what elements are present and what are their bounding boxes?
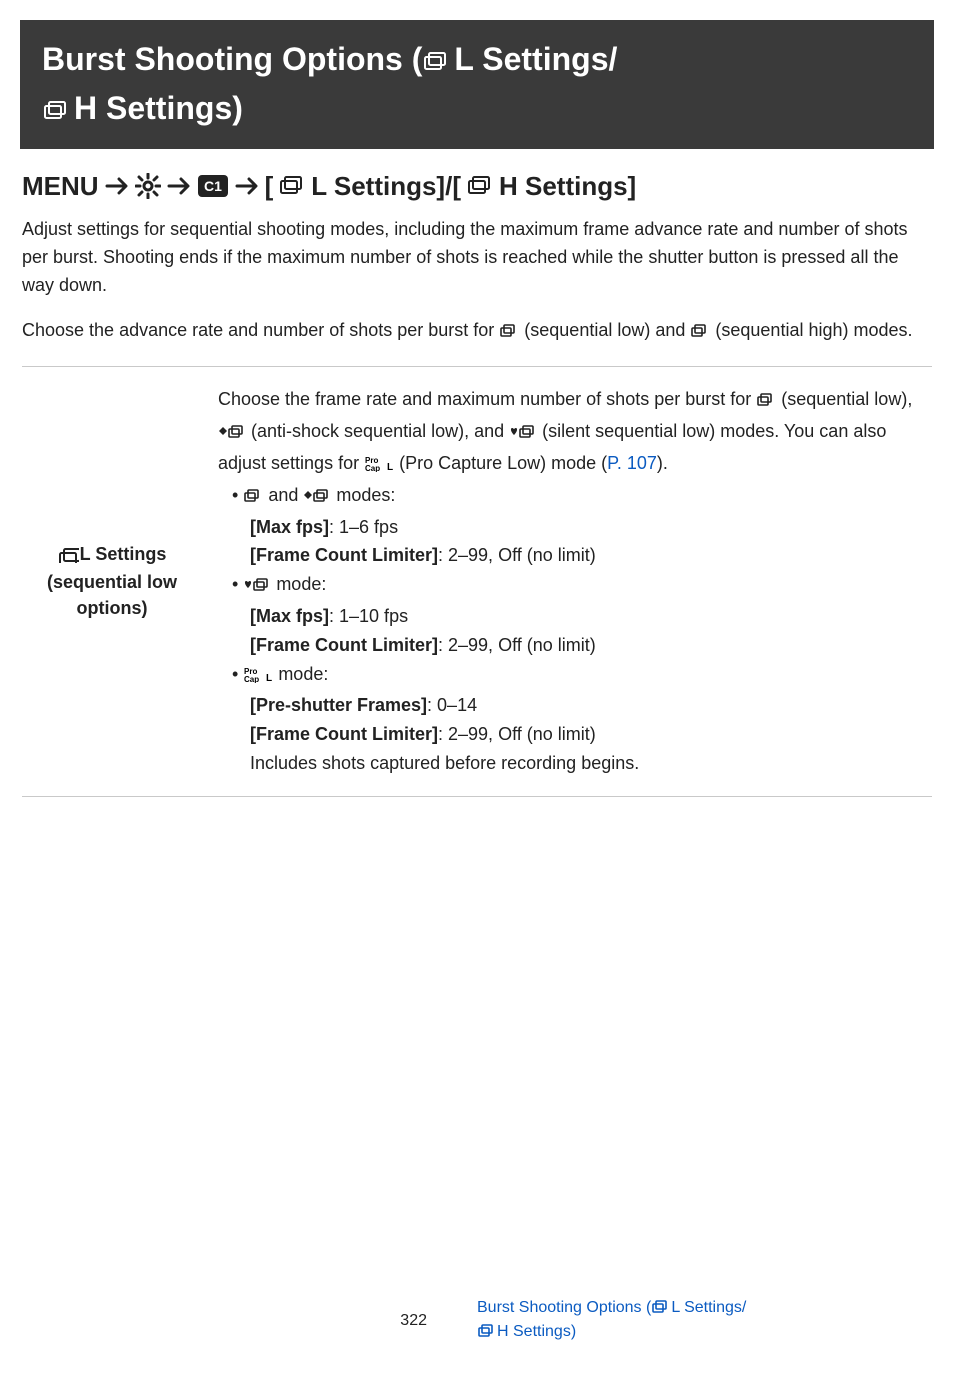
fcl-2: [Frame Count Limiter]: 2–99, Off (no lim… [250,631,916,660]
anti-shock-seq-low-icon: L [304,484,330,513]
c1-icon [197,174,229,198]
intro-paragraph-1: Adjust settings for sequential shooting … [22,216,932,300]
page-title: Burst Shooting Options ( L Settings/ H Se… [42,41,617,126]
arrow-icon [167,175,191,197]
arrow-icon [105,175,129,197]
menu-path: MENU [ L Settings]/[ H Settings] [22,171,932,202]
label-l3: options) [77,598,148,618]
fcl2-val: : 2–99, Off (no limit) [438,635,596,655]
maxfps-2: [Max fps]: 1–10 fps [250,602,916,631]
gear-icon [135,173,161,199]
burst-icon [280,171,304,202]
footer-b: L Settings/ [671,1299,746,1316]
svg-text:L: L [266,673,272,683]
svg-text:Cap: Cap [365,464,380,472]
page-ref-link[interactable]: P. 107 [607,453,657,473]
includes-note: Includes shots captured before recording… [250,749,916,778]
footer-section-link[interactable]: Burst Shooting Options ( L Settings/ H Se… [477,1297,954,1346]
fcl1-label: [Frame Count Limiter] [250,545,438,565]
silent-seq-low-icon: L [510,420,536,449]
fcl3-val: : 2–99, Off (no limit) [438,724,596,744]
b1-a: and [263,485,303,505]
maxfps1-label: [Max fps] [250,517,329,537]
psf: [Pre-shutter Frames]: 0–14 [250,691,916,720]
title-text-L: L Settings/ [454,41,617,77]
seq-low-icon: L [757,388,775,417]
b2: mode: [271,574,326,594]
footer-c: H Settings) [497,1323,576,1340]
burst-icon [478,1323,496,1346]
page-footer: 322 Burst Shooting Options ( L Settings/ … [0,1297,954,1346]
silent-seq-low-icon: L [244,573,270,602]
settings-table: L Settings (sequential low options) Choo… [22,366,932,796]
maxfps2-label: [Max fps] [250,606,329,626]
label-l2: (sequential low [47,572,177,592]
row-content: Choose the frame rate and maximum number… [202,367,932,796]
svg-text:L: L [387,462,393,472]
page-number: 322 [0,1312,477,1330]
bullet-1: • L and L modes: [232,481,916,513]
b3: mode: [273,664,328,684]
p2-c: (sequential high) modes. [710,320,912,340]
p2-b: (sequential low) and [519,320,690,340]
pro-cap-low-icon: ProCapL [365,452,393,481]
subhead-L: L Settings]/[ [311,171,461,202]
maxfps1-val: : 1–6 fps [329,517,398,537]
svg-text:Cap: Cap [244,675,259,683]
burst-icon [424,39,452,85]
r1-intro-f: ). [657,453,668,473]
burst-icon [652,1299,670,1322]
b1-b: modes: [331,485,395,505]
row-label: L Settings (sequential low options) [22,367,202,796]
seq-high-icon: H [691,320,709,348]
fcl-1: [Frame Count Limiter]: 2–99, Off (no lim… [250,541,916,570]
burst-icon [59,545,79,570]
r1-intro-a: Choose the frame rate and maximum number… [218,389,756,409]
seq-low-icon: L [500,320,518,348]
subhead-H: H Settings] [499,171,636,202]
maxfps2-val: : 1–10 fps [329,606,408,626]
maxfps-1: [Max fps]: 1–6 fps [250,513,916,542]
bullet-3: • ProCapL mode: [232,660,916,692]
psf-val: : 0–14 [427,695,477,715]
burst-icon [44,88,72,134]
menu-label: MENU [22,171,99,202]
fcl3-label: [Frame Count Limiter] [250,724,438,744]
table-row: L Settings (sequential low options) Choo… [22,367,932,796]
arrow-icon [235,175,259,197]
page-title-banner: Burst Shooting Options ( L Settings/ H Se… [20,20,934,149]
label-l1: L Settings [80,544,167,564]
pro-cap-low-icon: ProCapL [244,663,272,692]
footer-a: Burst Shooting Options ( [477,1299,651,1316]
r1-intro-e: (Pro Capture Low) mode ( [394,453,607,473]
seq-low-icon: L [244,484,262,513]
p2-a: Choose the advance rate and number of sh… [22,320,499,340]
bullet-2: • L mode: [232,570,916,602]
r1-intro-b: (sequential low), [776,389,912,409]
title-text-1: Burst Shooting Options ( [42,41,422,77]
fcl1-val: : 2–99, Off (no limit) [438,545,596,565]
anti-shock-seq-low-icon: L [219,420,245,449]
psf-label: [Pre-shutter Frames] [250,695,427,715]
bracket: [ [265,171,274,202]
intro-paragraph-2: Choose the advance rate and number of sh… [22,317,932,348]
fcl-3: [Frame Count Limiter]: 2–99, Off (no lim… [250,720,916,749]
burst-icon [468,171,492,202]
fcl2-label: [Frame Count Limiter] [250,635,438,655]
title-text-H: H Settings) [74,90,243,126]
r1-intro-c: (anti-shock sequential low), and [246,421,509,441]
